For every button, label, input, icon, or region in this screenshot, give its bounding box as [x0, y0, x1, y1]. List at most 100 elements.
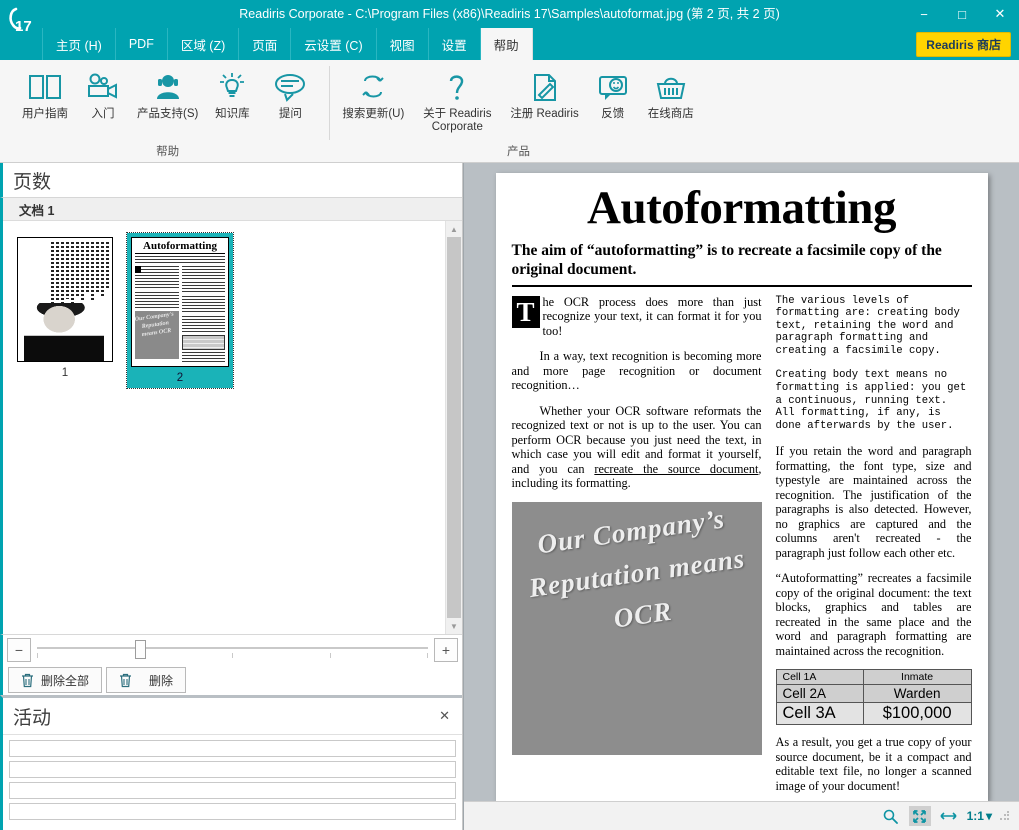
activity-item[interactable] — [9, 803, 456, 820]
table-cell: Inmate — [862, 669, 972, 686]
table-cell: Cell 3A — [775, 702, 864, 726]
scroll-down-arrow-icon[interactable]: ▼ — [446, 618, 462, 634]
product-support-label: 产品支持(S) — [137, 108, 199, 120]
document-preview-panel: Autoformatting The aim of “autoformattin… — [463, 163, 1019, 830]
window-controls: − □ ✕ — [905, 0, 1019, 28]
chevron-down-icon: ▾ — [985, 809, 992, 823]
getting-started-label: 入门 — [91, 108, 115, 120]
minimize-button[interactable]: − — [905, 0, 943, 28]
delete-button[interactable]: 删除 — [106, 667, 187, 693]
knowledge-base-button[interactable]: 知识库 — [203, 66, 261, 123]
activity-panel-header: 活动 ✕ — [3, 698, 462, 735]
page-thumbnail-1[interactable]: 1 — [13, 233, 117, 383]
thumb-doc-columns — [135, 266, 225, 362]
portrait-photo — [24, 303, 104, 361]
title-bar: Readiris Corporate - C:\Program Files (x… — [0, 0, 1019, 28]
thumbnails-vertical-scrollbar[interactable]: ▲ ▼ — [445, 221, 462, 634]
tab-cloud-settings[interactable]: 云设置 (C) — [291, 28, 377, 60]
ribbon-group-product: 搜索更新(U) 关于 Readiris Corporate 注册 Readiri… — [329, 60, 709, 162]
ribbon-group-product-title: 产品 — [507, 146, 531, 158]
feedback-label: 反馈 — [601, 108, 625, 120]
activity-item[interactable] — [9, 740, 456, 757]
magnifier-icon[interactable] — [880, 806, 902, 826]
pages-thumbnail-area: 文档 1 1 Autoformatting Our Company's Repu… — [0, 197, 462, 634]
readiris-store-button[interactable]: Readiris 商店 — [916, 32, 1011, 57]
readiris-application-window: Readiris Corporate - C:\Program Files (x… — [0, 0, 1019, 830]
thumbnail-zoom-in-button[interactable]: + — [434, 638, 458, 662]
scrollbar-thumb[interactable] — [447, 237, 461, 618]
page-thumbnail-1-image — [17, 237, 113, 362]
tab-zone[interactable]: 区域 (Z) — [168, 28, 240, 60]
tab-settings[interactable]: 设置 — [429, 28, 481, 60]
ask-question-button[interactable]: 提问 — [261, 66, 319, 123]
activity-item[interactable] — [9, 761, 456, 778]
resize-grip-icon[interactable] — [999, 810, 1011, 822]
fit-width-icon[interactable] — [938, 806, 960, 826]
zoom-level-dropdown[interactable]: 1:1 ▾ — [967, 809, 992, 823]
search-updates-button[interactable]: 搜索更新(U) — [337, 66, 409, 123]
left-paragraph-1-text: he OCR process does more than just recog… — [542, 294, 762, 338]
ribbon-group-help-title: 帮助 — [156, 146, 180, 158]
online-store-button[interactable]: 在线商店 — [642, 66, 700, 123]
tab-pdf[interactable]: PDF — [116, 28, 168, 60]
feedback-button[interactable]: 反馈 — [584, 66, 642, 123]
drop-cap: T — [511, 295, 540, 328]
lightbulb-icon — [215, 68, 249, 106]
slider-ticks — [37, 653, 428, 659]
scroll-up-arrow-icon[interactable]: ▲ — [446, 221, 462, 237]
graphic-text: Our Company’s Reputation means OCR — [526, 502, 747, 634]
table-row: Cell 2A Warden — [775, 684, 972, 704]
left-paragraph-1: The OCR process does more than just reco… — [511, 294, 762, 339]
readiris-logo-icon: 17 — [5, 4, 39, 38]
thumb-graphic — [135, 311, 179, 359]
thumbnail-zoom-slider-row: − + — [0, 634, 462, 665]
svg-text:17: 17 — [15, 18, 32, 35]
delete-all-button[interactable]: 删除全部 — [8, 667, 103, 693]
table-cell: Warden — [862, 684, 972, 704]
document-page: Autoformatting The aim of “autoformattin… — [495, 173, 988, 802]
tab-page[interactable]: 页面 — [239, 28, 292, 60]
left-paragraph-2: In a way, text recognition is becoming m… — [511, 349, 762, 392]
pages-panel-title: 页数 — [13, 171, 52, 193]
right-paragraph-2: “Autoformatting” recreates a facsimile c… — [775, 571, 972, 658]
thumbnail-zoom-out-button[interactable]: − — [7, 638, 31, 662]
fit-page-icon[interactable] — [908, 806, 931, 826]
slider-knob[interactable] — [134, 640, 146, 659]
video-camera-icon — [86, 68, 120, 106]
document-group-label: 文档 1 — [3, 198, 462, 221]
document-right-column: The various levels of formatting are: cr… — [775, 295, 972, 802]
register-readiris-button[interactable]: 注册 Readiris — [505, 66, 583, 123]
window-title: Readiris Corporate - C:\Program Files (x… — [239, 7, 780, 21]
left-paragraph-3: Whether your OCR software reformats the … — [512, 404, 762, 491]
search-updates-label: 搜索更新(U) — [342, 108, 405, 120]
right-paragraph-1: If you retain the word and paragraph for… — [775, 444, 972, 560]
knowledge-base-label: 知识库 — [215, 108, 250, 120]
document-table: Cell 1A Inmate Cell 2A Warden Cell 3A $1… — [775, 669, 972, 726]
activity-close-icon[interactable]: ✕ — [439, 708, 450, 724]
zoom-level-label: 1:1 — [966, 809, 984, 823]
page-thumbnail-2[interactable]: Autoformatting Our Company's Reputation … — [126, 232, 234, 389]
about-readiris-label: 关于 Readiris Corporate — [423, 108, 492, 133]
page-thumbnail-2-image: Autoformatting — [131, 237, 229, 367]
right-mono-paragraph-2: Creating body text means no formatting i… — [775, 369, 967, 432]
scrollbar-track[interactable] — [446, 237, 462, 618]
product-support-button[interactable]: 产品支持(S) — [132, 66, 203, 123]
preview-scroll-area[interactable]: Autoformatting The aim of “autoformattin… — [464, 163, 1019, 801]
maximize-button[interactable]: □ — [943, 0, 981, 28]
user-guide-button[interactable]: 用户指南 — [16, 66, 74, 123]
activity-item[interactable] — [9, 782, 456, 799]
close-button[interactable]: ✕ — [981, 0, 1019, 28]
activity-panel-title: 活动 — [13, 707, 52, 729]
question-mark-icon — [440, 68, 474, 106]
tab-help[interactable]: 帮助 — [480, 28, 533, 60]
register-pencil-icon — [528, 68, 562, 106]
tab-view[interactable]: 视图 — [377, 28, 429, 60]
thumbnail-zoom-slider[interactable] — [37, 639, 428, 661]
slider-rail — [37, 647, 428, 649]
tab-home[interactable]: 主页 (H) — [42, 28, 116, 60]
page-thumbnail-2-content: Autoformatting — [132, 238, 228, 366]
ribbon-tab-bar: 主页 (H) PDF 区域 (Z) 页面 云设置 (C) 视图 设置 帮助 Re… — [0, 28, 1019, 60]
about-readiris-button[interactable]: 关于 Readiris Corporate — [409, 66, 505, 136]
status-bar: 1:1 ▾ — [464, 801, 1019, 830]
getting-started-button[interactable]: 入门 — [74, 66, 132, 123]
